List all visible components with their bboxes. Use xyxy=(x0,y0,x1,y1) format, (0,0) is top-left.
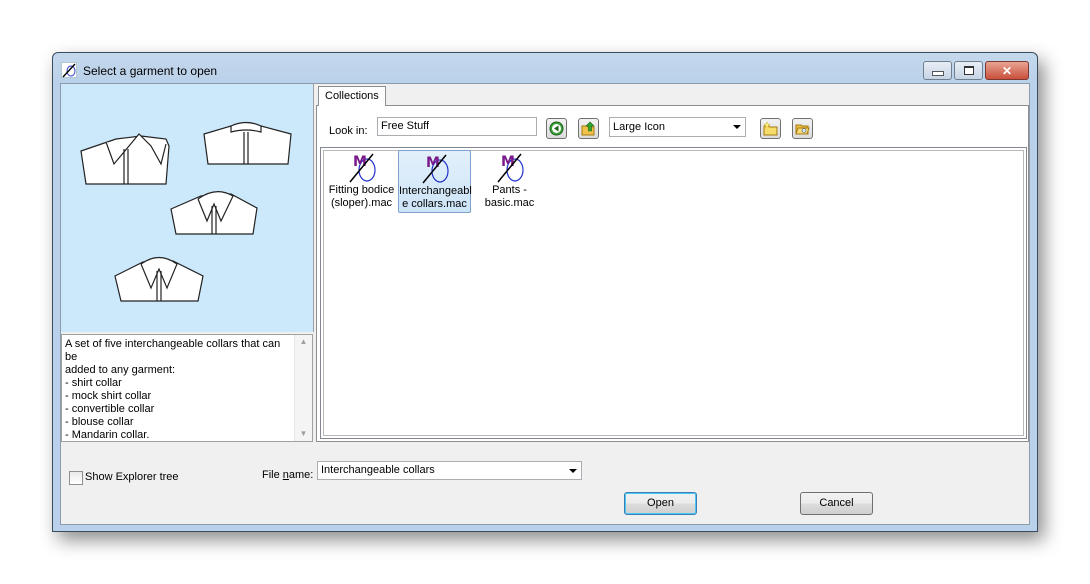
show-explorer-checkbox[interactable] xyxy=(69,471,83,485)
mandarin-collar-illustration xyxy=(203,121,292,165)
window-title: Select a garment to open xyxy=(83,64,218,78)
file-name-label: File name: xyxy=(262,469,313,481)
new-folder-button[interactable] xyxy=(760,118,781,139)
file-name-combobox[interactable]: Interchangeable collars xyxy=(317,461,582,480)
chevron-down-icon xyxy=(733,125,741,129)
bottom-bar: Show Explorer tree File name: Interchang… xyxy=(61,444,1029,524)
browse-folder-icon xyxy=(795,124,810,135)
look-in-field[interactable]: Free Stuff xyxy=(377,117,537,136)
minimize-button[interactable] xyxy=(923,61,952,80)
chevron-down-icon[interactable] xyxy=(569,469,577,473)
file-name-line1: Interchangeabl xyxy=(399,185,472,197)
file-item-selected[interactable]: M Interchangeabl e collars.mac xyxy=(398,150,472,213)
file-name-line2: e collars.mac xyxy=(402,198,467,210)
view-mode-dropdown[interactable]: Large Icon xyxy=(609,117,746,137)
blouse-collar-illustration xyxy=(114,256,204,302)
file-list[interactable]: M Fitting bodice (sloper).mac M Intercha… xyxy=(320,147,1027,439)
close-icon: ✕ xyxy=(1001,63,1013,78)
back-button[interactable] xyxy=(546,118,567,139)
file-name-line2: (sloper).mac xyxy=(330,197,393,209)
collars-illustration xyxy=(80,121,292,302)
collections-panel: Look in: Free Stuff Large Icon M Fitting… xyxy=(316,105,1029,442)
shirt-collar-illustration xyxy=(80,133,170,185)
description-scrollbar[interactable]: ▲ ▼ xyxy=(294,335,312,441)
back-arrow-icon xyxy=(549,121,564,136)
view-mode-value: Large Icon xyxy=(613,121,665,133)
mac-file-icon: M xyxy=(421,154,449,184)
maximize-icon xyxy=(963,66,974,75)
folder-up-icon xyxy=(581,121,595,136)
svg-text:M: M xyxy=(426,155,440,171)
file-item[interactable]: M Fitting bodice (sloper).mac xyxy=(325,150,398,213)
show-explorer-label[interactable]: Show Explorer tree xyxy=(85,471,179,483)
dialog-window: Select a garment to open ✕ A set of five… xyxy=(52,52,1038,532)
close-button[interactable]: ✕ xyxy=(985,61,1029,80)
file-name-line1: Pants - xyxy=(492,184,527,196)
description-text: A set of five interchangeable collars th… xyxy=(65,338,281,441)
svg-text:M: M xyxy=(353,154,367,170)
file-name-value: Interchangeable collars xyxy=(321,464,435,476)
maximize-button[interactable] xyxy=(954,61,983,80)
minimize-icon xyxy=(931,71,944,76)
file-name-line2: basic.mac xyxy=(484,197,535,209)
file-name-label-pre: File xyxy=(262,469,283,481)
new-folder-icon xyxy=(763,121,778,136)
app-icon xyxy=(61,62,77,78)
svg-text:M: M xyxy=(501,154,515,170)
mac-file-icon: M xyxy=(348,153,376,183)
description-box[interactable]: A set of five interchangeable collars th… xyxy=(61,334,313,442)
file-name-line1: Fitting bodice xyxy=(328,184,395,196)
look-in-label: Look in: xyxy=(329,125,368,137)
convertible-collar-illustration xyxy=(170,191,258,235)
dialog-client: A set of five interchangeable collars th… xyxy=(60,83,1030,525)
up-folder-button[interactable] xyxy=(578,118,599,139)
file-item[interactable]: M Pants - basic.mac xyxy=(473,150,546,213)
scroll-down-icon[interactable]: ▼ xyxy=(295,427,312,441)
title-bar[interactable]: Select a garment to open ✕ xyxy=(53,53,1037,83)
garment-preview xyxy=(61,84,314,332)
scroll-up-icon[interactable]: ▲ xyxy=(295,335,312,349)
mac-file-icon: M xyxy=(496,153,524,183)
tab-control: Collections Look in: Free Stuff Large Ic… xyxy=(316,84,1029,442)
tab-collections[interactable]: Collections xyxy=(318,86,386,106)
open-button[interactable]: Open xyxy=(624,492,697,515)
browse-folder-button[interactable] xyxy=(792,118,813,139)
cancel-button[interactable]: Cancel xyxy=(800,492,873,515)
file-name-label-post: ame: xyxy=(288,469,314,481)
